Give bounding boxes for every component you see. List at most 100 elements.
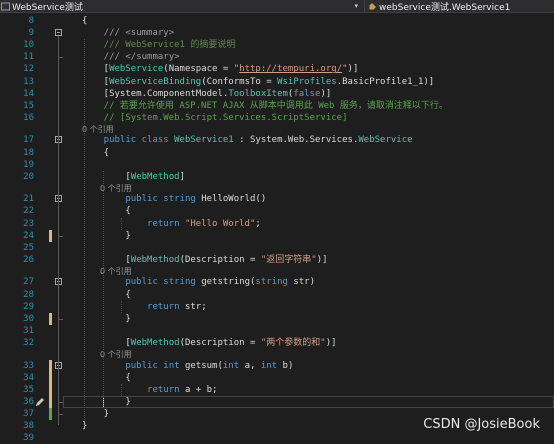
code-token: a, xyxy=(244,360,261,371)
dropdown-separator xyxy=(364,0,365,12)
code-token: WebService xyxy=(109,64,164,75)
outline-end xyxy=(58,57,63,59)
indent-guide xyxy=(121,300,122,313)
code-line[interactable]: [WebService(Namespace = "http://tempuri.… xyxy=(82,63,359,75)
code-line[interactable]: [System.ComponentModel.ToolboxItem(false… xyxy=(82,88,332,100)
line-number: 23 xyxy=(23,218,34,229)
code-token: (Description = xyxy=(179,337,261,348)
code-token: /// WebService1 的摘要说明 xyxy=(82,40,236,51)
code-line[interactable]: /// WebService1 的摘要说明 xyxy=(82,39,236,51)
code-editor[interactable]: 8 {9 /// <summary> 10 /// WebService1 的摘要说… xyxy=(0,13,554,443)
chevron-down-icon: ▾ xyxy=(354,2,358,10)
code-token: WebMethod xyxy=(130,254,180,265)
class-dropdown[interactable]: webService测试.WebService1 xyxy=(366,0,554,12)
line-number: 16 xyxy=(23,112,34,123)
code-token: WebMethod xyxy=(130,171,180,182)
outline-line xyxy=(58,36,59,425)
code-token: { xyxy=(82,16,88,26)
code-line[interactable]: public int getsum(int a, int b) xyxy=(82,360,293,372)
code-line[interactable]: // 若要允许使用 ASP.NET AJAX 从脚本中调用此 Web 服务，请取… xyxy=(82,100,448,112)
line-number: 18 xyxy=(23,147,34,158)
code-token: )] xyxy=(325,337,337,348)
code-token: (Description = xyxy=(179,254,261,265)
code-line[interactable]: } xyxy=(82,408,109,420)
collapse-toggle-icon[interactable] xyxy=(55,29,62,37)
line-number: 13 xyxy=(23,76,34,87)
reference-count-label[interactable]: 0 个引用 xyxy=(82,125,114,135)
code-token: return xyxy=(82,301,185,312)
line-number: 36 xyxy=(23,396,34,407)
code-token: { xyxy=(82,206,131,217)
code-line[interactable]: { xyxy=(82,289,130,301)
code-token: : System.Web.Services. xyxy=(233,135,359,146)
code-token: { xyxy=(82,372,131,383)
code-token: // [System.Web.Script.Services.ScriptSer… xyxy=(82,112,348,123)
line-number: 31 xyxy=(23,325,34,336)
code-token: [System.ComponentModel. xyxy=(82,88,229,99)
code-token: HelloWorld() xyxy=(201,194,267,205)
code-token: WebMethod xyxy=(130,337,180,348)
code-line[interactable]: } xyxy=(82,313,130,325)
code-token: [ xyxy=(82,337,131,348)
code-line[interactable]: public class WebService1 : System.Web.Se… xyxy=(82,134,413,146)
outline-end xyxy=(58,401,63,403)
code-token: b) xyxy=(282,360,294,371)
code-token: )] xyxy=(316,254,328,265)
class-icon xyxy=(369,2,376,10)
code-line[interactable]: [WebMethod(Description = "返回字符串")] xyxy=(82,254,328,266)
line-number: 32 xyxy=(23,337,34,348)
code-line[interactable]: [WebMethod(Description = "两个参数的和")] xyxy=(82,337,337,349)
project-dropdown[interactable]: C WebService测试 ▾ xyxy=(0,0,364,12)
line-number: 28 xyxy=(23,289,34,300)
line-number: 25 xyxy=(23,242,34,253)
code-token: </summary> xyxy=(125,52,180,63)
csharp-project-icon: C xyxy=(1,2,10,11)
code-token: public string xyxy=(82,194,202,205)
code-line[interactable]: public string HelloWorld() xyxy=(82,193,266,205)
project-dropdown-label: WebService测试 xyxy=(12,2,83,13)
code-line[interactable]: // [System.Web.Script.Services.ScriptSer… xyxy=(82,112,348,124)
code-token: (Namespace = xyxy=(163,64,234,75)
code-token: http://tempuri.org/ xyxy=(239,64,343,75)
code-line[interactable]: public string getstring(string str) xyxy=(82,276,315,288)
code-token: ; xyxy=(255,218,261,229)
code-line[interactable]: return "Hello World"; xyxy=(82,218,261,230)
code-token: [ xyxy=(82,76,110,87)
class-dropdown-label: webService测试.WebService1 xyxy=(379,2,511,13)
code-token: // 若要允许使用 ASP.NET AJAX 从脚本中调用此 Web 服务，请取… xyxy=(82,100,448,111)
line-number: 14 xyxy=(23,88,34,99)
watermark: CSDN @JosieBook xyxy=(423,417,540,432)
code-token: int xyxy=(222,360,245,371)
code-line[interactable]: [WebMethod] xyxy=(82,171,185,183)
code-line[interactable]: return str; xyxy=(82,301,207,313)
line-number: 38 xyxy=(23,421,34,431)
code-line[interactable]: } xyxy=(82,420,87,432)
code-token: /// xyxy=(82,52,126,63)
code-token: <summary> xyxy=(125,28,175,39)
line-number: 20 xyxy=(23,171,34,182)
code-line[interactable]: { xyxy=(82,205,131,217)
reference-count-label[interactable]: 0 个引用 xyxy=(100,184,132,194)
code-line[interactable]: /// </summary> xyxy=(82,51,180,63)
change-marker xyxy=(49,312,52,325)
code-line[interactable]: } xyxy=(82,230,130,242)
code-token: a + b; xyxy=(184,384,218,395)
indent-guide xyxy=(84,39,85,420)
indent-guide xyxy=(103,170,104,408)
code-token: "Hello World" xyxy=(184,218,256,229)
code-token: "两个参数的和" xyxy=(260,337,326,348)
code-line[interactable]: { xyxy=(82,372,131,384)
code-line[interactable]: [WebServiceBinding(ConformsTo = WsiProfi… xyxy=(82,76,435,88)
outline-end xyxy=(58,413,63,415)
code-line[interactable]: { xyxy=(82,147,109,159)
reference-count-label[interactable]: 0 个引用 xyxy=(100,350,132,360)
quick-actions-pencil-icon[interactable] xyxy=(34,396,46,408)
change-marker xyxy=(49,407,52,420)
code-token: )] xyxy=(320,88,332,99)
current-line-highlight xyxy=(63,395,554,408)
code-token: WebService1 xyxy=(174,135,234,146)
code-token: public int xyxy=(82,360,185,371)
code-line[interactable]: /// <summary> xyxy=(82,27,174,39)
reference-count-label[interactable]: 0 个引用 xyxy=(100,267,132,277)
code-line[interactable]: { xyxy=(82,15,87,27)
